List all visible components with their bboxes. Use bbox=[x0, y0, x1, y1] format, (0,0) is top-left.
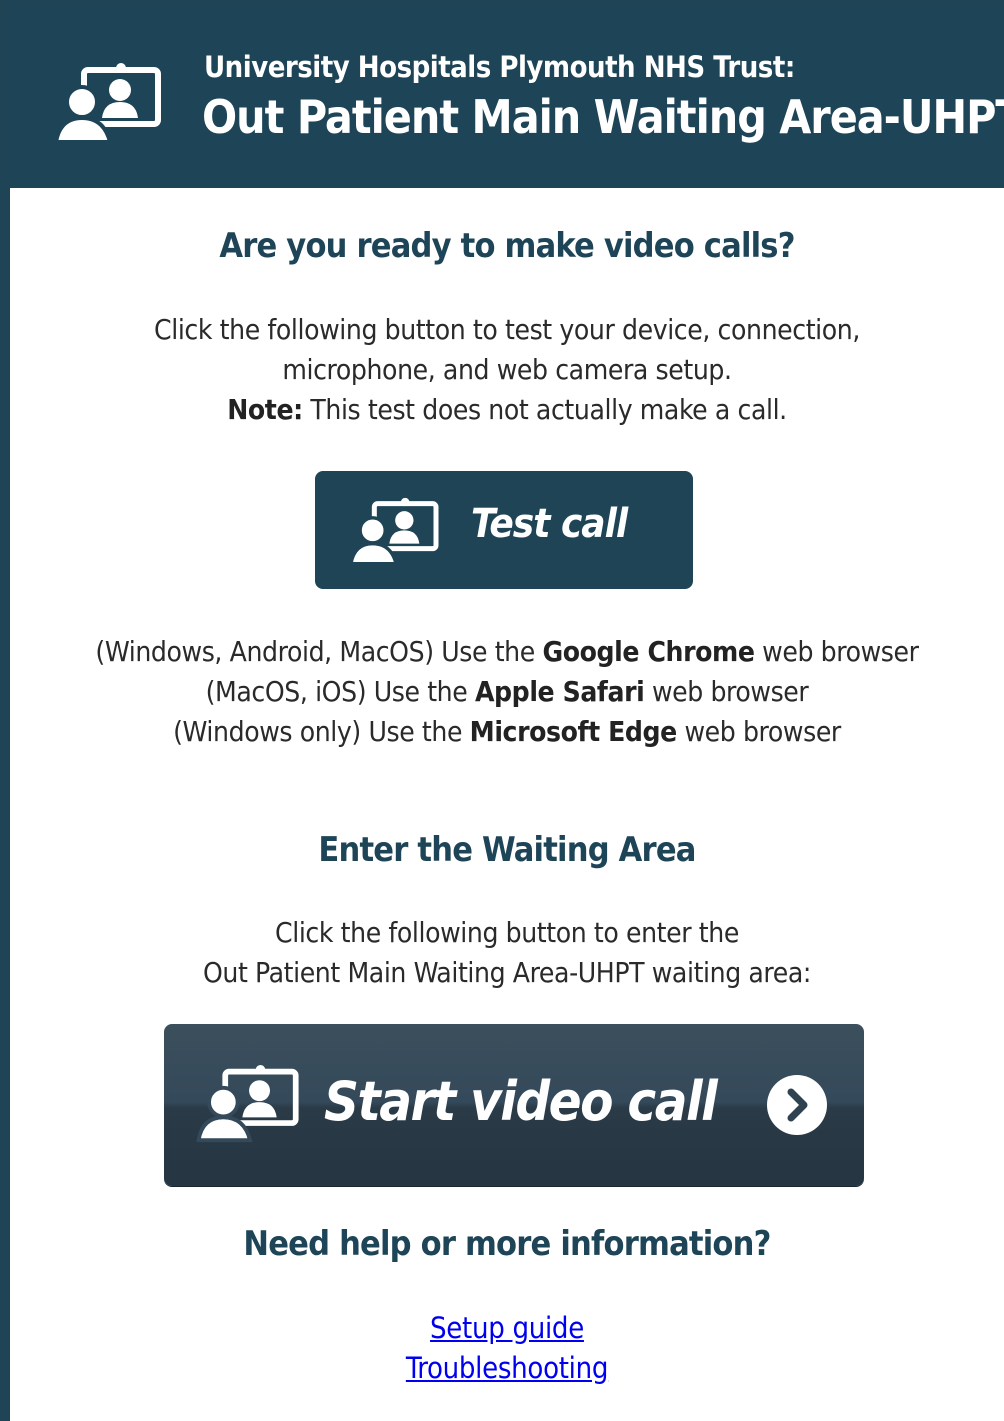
test-intro-line: microphone, and web camera setup. bbox=[282, 353, 732, 386]
start-video-call-button[interactable]: Start video call bbox=[164, 1024, 864, 1186]
browser-line: (Windows only) Use the Microsoft Edge we… bbox=[10, 712, 1004, 752]
browser-platforms: (MacOS, iOS) Use the bbox=[205, 675, 475, 708]
browser-name: Microsoft Edge bbox=[469, 715, 678, 748]
browser-line: (Windows, Android, MacOS) Use the Google… bbox=[10, 632, 1004, 672]
browser-suffix: web browser bbox=[644, 675, 809, 708]
browser-platforms: (Windows, Android, MacOS) Use the bbox=[95, 635, 543, 668]
video-call-icon bbox=[349, 497, 439, 566]
test-heading: Are you ready to make video calls? bbox=[219, 226, 795, 266]
test-call-button[interactable]: Test call bbox=[315, 471, 693, 589]
waiting-area-title: Out Patient Main Waiting Area-UHPT bbox=[202, 90, 1004, 144]
browser-requirements: (Windows, Android, MacOS) Use the Google… bbox=[10, 632, 1004, 752]
video-call-icon bbox=[54, 63, 161, 144]
test-call-label: Test call bbox=[471, 501, 628, 547]
test-instructions: Click the following button to test your … bbox=[10, 310, 1004, 430]
video-call-icon bbox=[196, 1064, 299, 1143]
browser-suffix: web browser bbox=[676, 715, 841, 748]
help-links: Setup guide Troubleshooting bbox=[10, 1308, 1004, 1388]
waiting-area-heading: Enter the Waiting Area bbox=[318, 830, 696, 870]
browser-name: Google Chrome bbox=[542, 635, 755, 668]
browser-name: Apple Safari bbox=[474, 675, 645, 708]
test-note: Note: This test does not actually make a… bbox=[10, 390, 1004, 430]
troubleshooting-link[interactable]: Troubleshooting bbox=[406, 1348, 609, 1388]
header-banner: University Hospitals Plymouth NHS Trust:… bbox=[10, 6, 1004, 188]
test-intro-line: Click the following button to test your … bbox=[154, 313, 860, 346]
chevron-right-circle-icon bbox=[767, 1075, 827, 1135]
browser-platforms: (Windows only) Use the bbox=[173, 715, 470, 748]
enter-instructions: Click the following button to enter the … bbox=[10, 913, 1004, 993]
browser-line: (MacOS, iOS) Use the Apple Safari web br… bbox=[10, 672, 1004, 712]
enter-intro-line: Out Patient Main Waiting Area-UHPT waiti… bbox=[203, 956, 811, 989]
organisation-name: University Hospitals Plymouth NHS Trust: bbox=[204, 50, 795, 84]
help-heading: Need help or more information? bbox=[243, 1224, 771, 1264]
setup-guide-link[interactable]: Setup guide bbox=[430, 1308, 584, 1348]
note-label: Note: bbox=[227, 393, 303, 426]
note-text: This test does not actually make a call. bbox=[302, 393, 787, 426]
enter-intro-line: Click the following button to enter the bbox=[275, 916, 739, 949]
start-video-call-label: Start video call bbox=[324, 1070, 718, 1133]
browser-suffix: web browser bbox=[754, 635, 919, 668]
